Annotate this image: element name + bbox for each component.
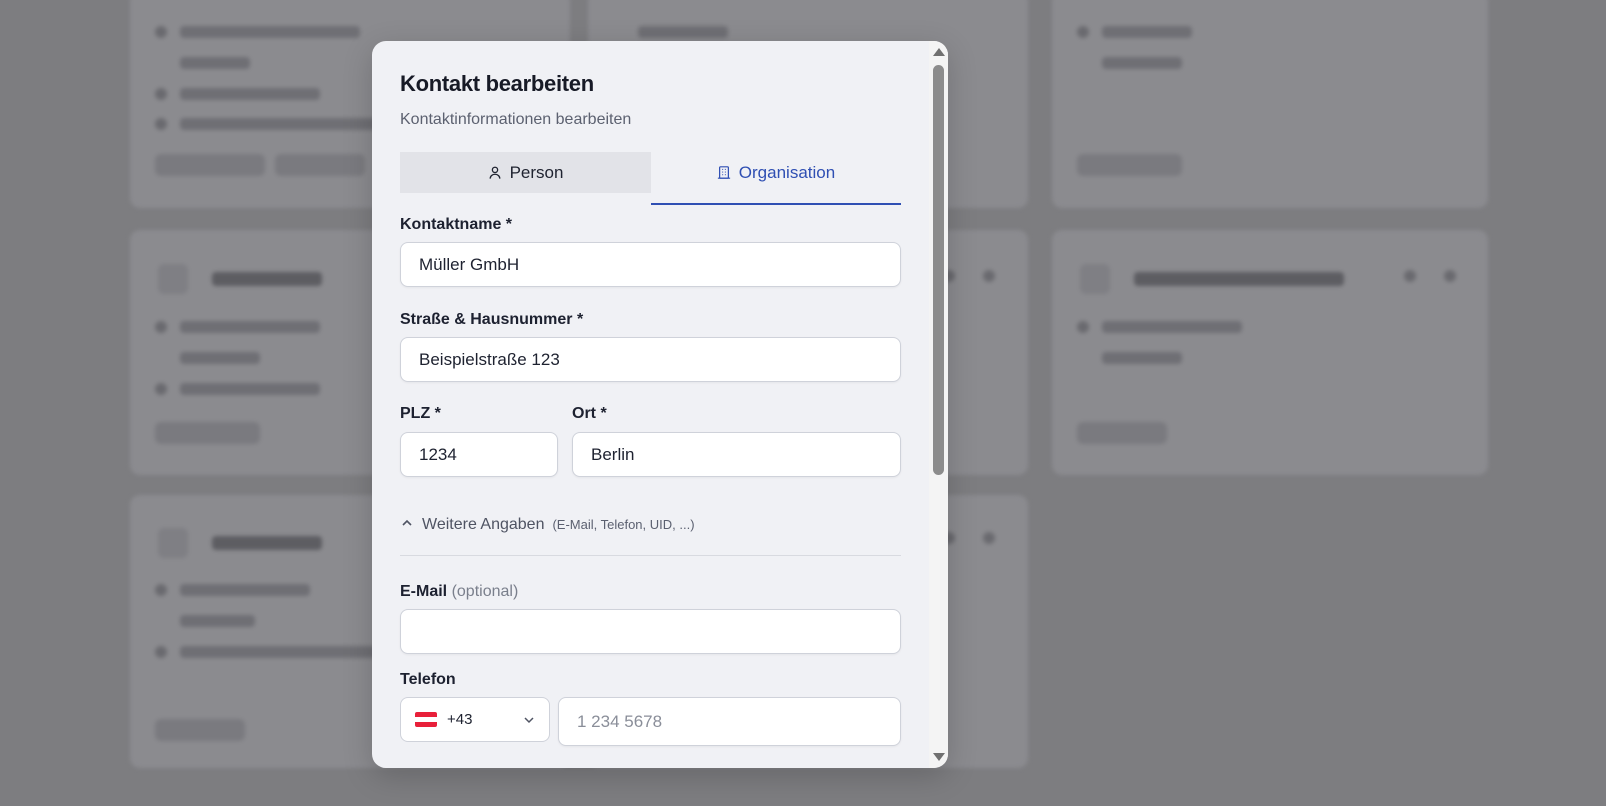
email-label-text: E-Mail: [400, 583, 448, 600]
building-icon: [717, 166, 730, 179]
more-details-toggle[interactable]: Weitere Angaben (E-Mail, Telefon, UID, .…: [400, 515, 695, 534]
dialog-subtitle: Kontaktinformationen bearbeiten: [400, 111, 632, 128]
country-code-value: +43: [447, 711, 473, 728]
tab-organisation-label: Organisation: [738, 162, 836, 182]
tab-person-label: Person: [509, 162, 564, 182]
scroll-up-arrow-icon[interactable]: [933, 48, 945, 56]
chevron-up-icon: [402, 519, 412, 526]
zip-label: PLZ *: [400, 405, 441, 422]
zip-input[interactable]: [400, 432, 558, 477]
contact-type-tabs: Person Organisation: [400, 152, 901, 205]
scrollbar-thumb[interactable]: [933, 65, 944, 475]
section-divider: [400, 555, 901, 556]
user-icon: [489, 166, 501, 179]
tab-person[interactable]: Person: [400, 152, 651, 193]
bg-contact-card: [1052, 230, 1488, 475]
contact-name-label: Kontaktname *: [400, 216, 513, 233]
chevron-down-icon: [524, 716, 534, 723]
email-optional-hint: (optional): [451, 583, 519, 600]
edit-contact-dialog: Kontakt bearbeiten Kontaktinformationen …: [372, 41, 948, 768]
scroll-down-arrow-icon[interactable]: [933, 753, 945, 761]
contact-name-input[interactable]: [400, 242, 901, 287]
email-input[interactable]: [400, 609, 901, 654]
more-details-hint: (E-Mail, Telefon, UID, ...): [552, 517, 695, 532]
phone-label: Telefon: [400, 671, 456, 688]
phone-number-input[interactable]: [558, 697, 901, 746]
dialog-title: Kontakt bearbeiten: [400, 71, 594, 96]
city-input[interactable]: [572, 432, 901, 477]
tab-organisation[interactable]: Organisation: [651, 152, 901, 205]
street-input[interactable]: [400, 337, 901, 382]
country-code-select[interactable]: +43: [400, 697, 550, 742]
austria-flag-icon: [415, 712, 437, 727]
more-details-label: Weitere Angaben: [422, 516, 545, 533]
dialog-scrollbar[interactable]: [929, 41, 948, 768]
city-label: Ort *: [572, 405, 607, 422]
bg-contact-card: [1052, 0, 1488, 208]
street-label: Straße & Hausnummer *: [400, 311, 584, 328]
email-label: E-Mail (optional): [400, 583, 518, 601]
